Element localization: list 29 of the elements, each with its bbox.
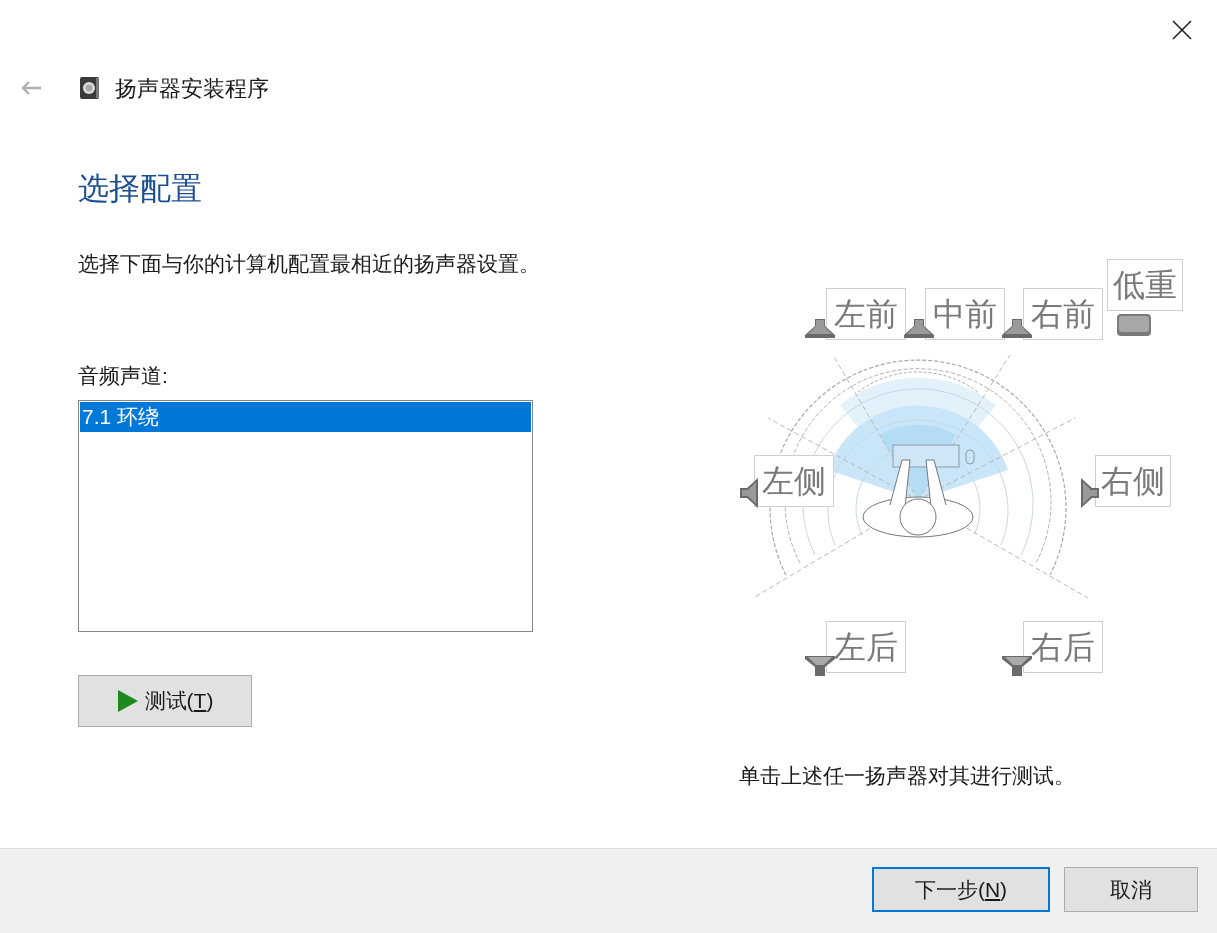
dialog-button[interactable]: 下一步(N): [872, 867, 1050, 912]
speaker-label[interactable]: 左侧: [754, 455, 834, 507]
speaker-icon: [1001, 655, 1033, 677]
speaker-icon: [804, 318, 836, 338]
dialog-button[interactable]: 取消: [1064, 867, 1198, 912]
subwoofer-icon: [1116, 313, 1152, 337]
speaker-label[interactable]: 右后: [1023, 621, 1103, 673]
close-icon[interactable]: [1172, 20, 1192, 40]
speaker-icon: [1001, 318, 1033, 338]
speaker-label[interactable]: 低重: [1107, 259, 1183, 311]
channel-item[interactable]: 7.1 环绕: [80, 402, 531, 432]
speaker-label[interactable]: 左前: [826, 288, 906, 340]
hint-text: 单击上述任一扬声器对其进行测试。: [739, 763, 1075, 789]
speaker-label[interactable]: 左后: [826, 621, 906, 673]
channels-label: 音频声道:: [78, 363, 168, 389]
channels-listbox[interactable]: 7.1 环绕: [78, 400, 533, 632]
speaker-label[interactable]: 右前: [1023, 288, 1103, 340]
speaker-icon: [804, 655, 836, 677]
speaker-icon: [903, 318, 935, 338]
speaker-label[interactable]: 中前: [925, 288, 1005, 340]
app-title: 扬声器安装程序: [115, 74, 269, 103]
instruction-text: 选择下面与你的计算机配置最相近的扬声器设置。: [78, 251, 540, 277]
test-button[interactable]: 测试(T): [78, 675, 252, 727]
speaker-label[interactable]: 右侧: [1095, 455, 1171, 507]
speaker-icon: [739, 477, 759, 509]
speaker-icon: [78, 76, 102, 100]
play-icon: [116, 689, 139, 713]
speaker-icon: [1080, 477, 1100, 509]
page-title: 选择配置: [78, 170, 202, 208]
